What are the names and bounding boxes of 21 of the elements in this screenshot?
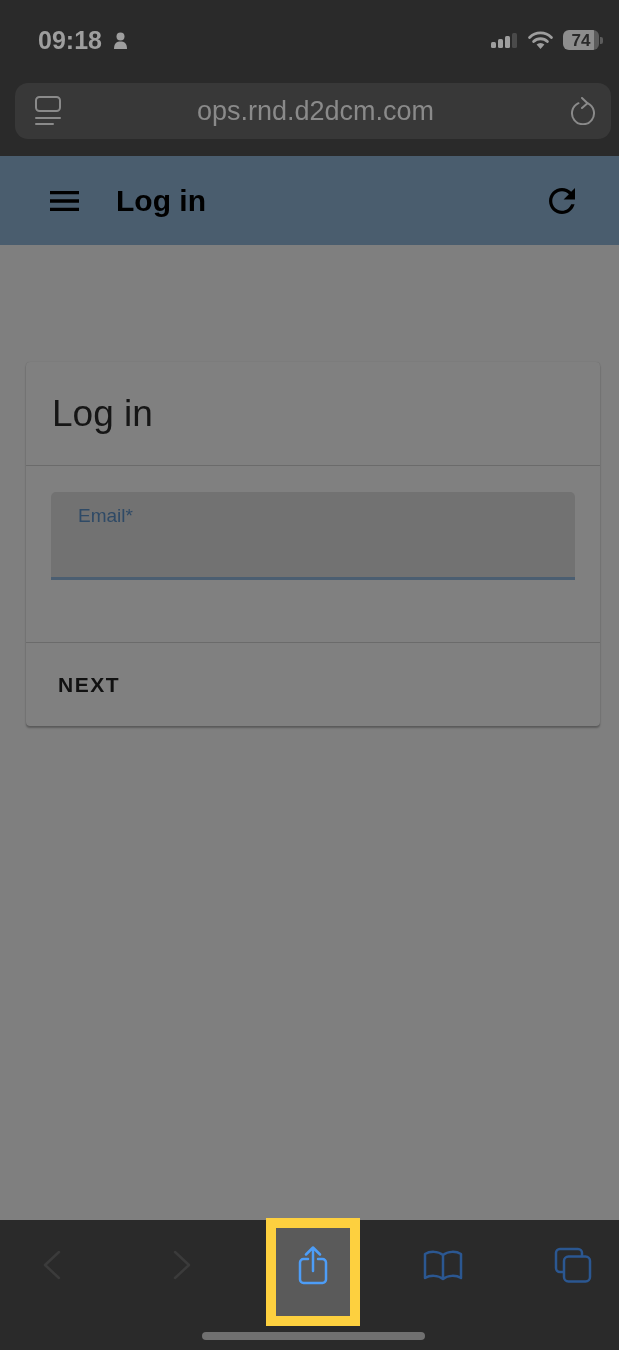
page-menu-icon[interactable] bbox=[35, 96, 61, 126]
tabs-icon bbox=[554, 1247, 593, 1283]
url-text: ops.rnd.d2dcm.com bbox=[195, 97, 436, 125]
signal-icon bbox=[491, 32, 518, 48]
book-icon bbox=[423, 1249, 464, 1281]
email-field[interactable]: Email* bbox=[51, 492, 575, 580]
clock-time: 09:18 bbox=[38, 27, 102, 53]
wifi-icon bbox=[528, 31, 553, 49]
bookmarks-button[interactable] bbox=[423, 1249, 464, 1281]
address-bar[interactable]: ops.rnd.d2dcm.com bbox=[15, 83, 611, 139]
battery-indicator: 74 bbox=[563, 30, 603, 50]
reload-icon[interactable] bbox=[570, 97, 596, 125]
person-icon bbox=[113, 31, 127, 49]
share-button[interactable] bbox=[265, 1218, 360, 1326]
app-bar-title: Log in bbox=[116, 185, 207, 216]
next-button[interactable]: NEXT bbox=[50, 668, 128, 701]
share-icon bbox=[296, 1245, 329, 1285]
refresh-icon[interactable] bbox=[549, 187, 575, 214]
menu-icon[interactable] bbox=[50, 190, 79, 211]
tabs-button[interactable] bbox=[554, 1247, 593, 1283]
card-title: Log in bbox=[52, 395, 153, 432]
